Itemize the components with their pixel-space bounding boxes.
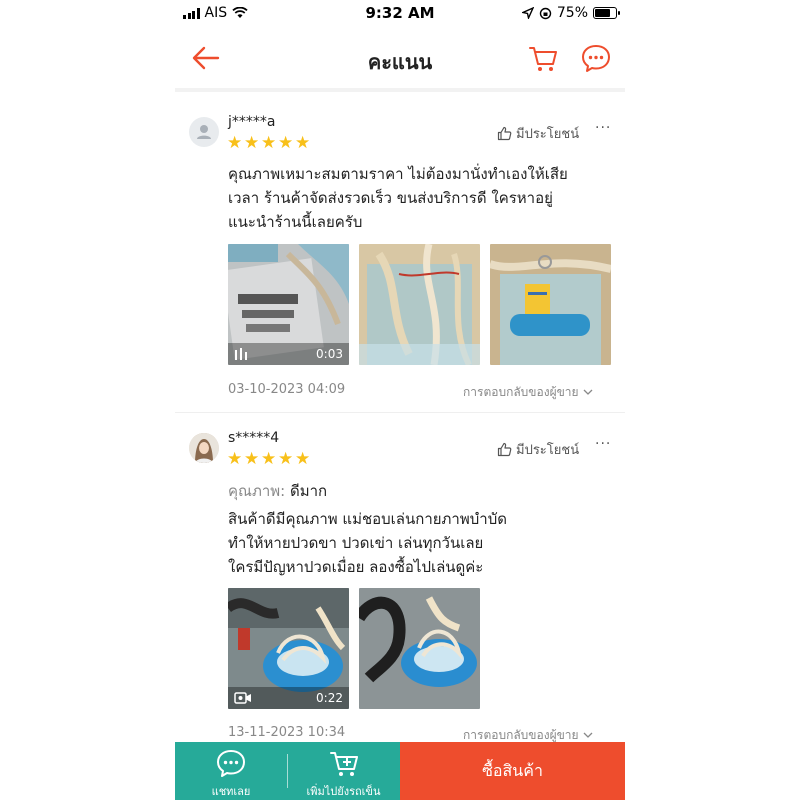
star-icon: ★ <box>261 133 277 153</box>
chat-now-button[interactable]: แชทเลย <box>175 742 287 800</box>
chat-icon[interactable] <box>580 43 612 73</box>
star-icon: ★ <box>295 449 311 469</box>
location-icon <box>521 7 534 19</box>
phone-screen: AIS 9:32 AM 75% คะแนน j*****a ★ ★ ★ ★ ★ … <box>175 0 625 800</box>
add-to-cart-button[interactable]: เพิ่มไปยังรถเข็น <box>287 742 400 800</box>
review-text-line: แนะนำร้านนี้เลยครับ <box>228 213 363 231</box>
helpful-label: มีประโยชน์ <box>516 127 580 142</box>
review-card: j*****a ★ ★ ★ ★ ★ มีประโยชน์ ··· คุณภาพเ… <box>175 96 625 412</box>
page-header: คะแนน <box>175 26 625 92</box>
review-text: คุณภาพเหมาะสมตามราคา ไม่ต้องมานั่งทำเองใ… <box>228 162 608 234</box>
orientation-lock-icon <box>539 7 552 19</box>
video-duration: 0:22 <box>316 691 343 705</box>
seller-reply-toggle[interactable]: การตอบกลับของผู้ขาย <box>463 383 593 402</box>
add-to-cart-label: เพิ่มไปยังรถเข็น <box>306 785 381 798</box>
review-text-line: เวลา ร้านค้าจัดส่งรวดเร็ว ขนส่งบริการดี … <box>228 189 553 207</box>
battery-percent: 75% <box>556 5 588 21</box>
chat-icon <box>217 750 245 777</box>
quality-label: คุณภาพ: <box>228 482 286 500</box>
review-video-thumbnail[interactable]: 0:03 <box>228 244 349 365</box>
star-icon: ★ <box>295 133 311 153</box>
review-date: 13-11-2023 10:34 <box>228 725 346 740</box>
product-photo <box>359 244 480 365</box>
bottom-action-bar: แชทเลย เพิ่มไปยังรถเข็น ซื้อสินค้า <box>175 742 625 800</box>
chat-now-label: แชทเลย <box>211 785 251 798</box>
star-icon: ★ <box>261 449 277 469</box>
quality-value: ดีมาก <box>289 482 328 500</box>
video-camera-icon <box>234 692 251 704</box>
star-icon: ★ <box>244 133 260 153</box>
review-image-thumbnail[interactable] <box>359 588 480 709</box>
review-text-line: ทำให้หายปวดขา ปวดเข่า เล่นทุกวันเลย <box>228 534 484 552</box>
status-bar: AIS 9:32 AM 75% <box>175 0 625 26</box>
user-photo <box>189 433 219 463</box>
battery-fill <box>595 9 610 17</box>
add-cart-icon <box>329 752 358 776</box>
review-card: s*****4 ★ ★ ★ ★ ★ มีประโยชน์ ··· คุณภาพ:… <box>175 413 625 742</box>
star-icon: ★ <box>244 449 260 469</box>
status-right: 75% <box>521 5 620 21</box>
review-text: สินค้าดีมีคุณภาพ แม่ชอบเล่นกายภาพบำบัด ท… <box>228 507 608 579</box>
thumbs-up-icon <box>497 442 512 457</box>
chevron-down-icon <box>583 389 593 395</box>
battery-icon <box>593 7 620 19</box>
helpful-label: มีประโยชน์ <box>516 443 580 458</box>
star-rating: ★ ★ ★ ★ ★ <box>227 133 311 153</box>
product-photo <box>490 244 611 365</box>
bottom-bar-separator <box>287 754 288 788</box>
helpful-button[interactable]: มีประโยชน์ <box>497 123 579 144</box>
review-text-line: คุณภาพเหมาะสมตามราคา ไม่ต้องมานั่งทำเองใ… <box>228 165 568 183</box>
review-video-thumbnail[interactable]: 0:22 <box>228 588 349 709</box>
helpful-button[interactable]: มีประโยชน์ <box>497 439 579 460</box>
avatar <box>189 117 219 147</box>
video-bars-icon <box>235 348 247 360</box>
reviewer-name: j*****a <box>228 114 276 130</box>
reviewer-name: s*****4 <box>228 430 280 446</box>
quality-row: คุณภาพ: ดีมาก <box>228 479 327 503</box>
more-options-icon[interactable]: ··· <box>595 436 611 452</box>
video-info-bar: 0:22 <box>228 687 349 709</box>
review-text-line: สินค้าดีมีคุณภาพ แม่ชอบเล่นกายภาพบำบัด <box>228 510 507 528</box>
review-text-line: ใครมีปัญหาปวดเมื่อย ลองซื้อไปเล่นดูค่ะ <box>228 558 484 576</box>
star-rating: ★ ★ ★ ★ ★ <box>227 449 311 469</box>
avatar <box>189 433 219 463</box>
thumbs-up-icon <box>497 126 512 141</box>
review-date: 03-10-2023 04:09 <box>228 382 346 397</box>
star-icon: ★ <box>278 449 294 469</box>
user-silhouette-icon <box>197 125 211 139</box>
star-icon: ★ <box>278 133 294 153</box>
star-icon: ★ <box>227 449 243 469</box>
more-options-icon[interactable]: ··· <box>595 120 611 136</box>
review-image-thumbnail[interactable] <box>490 244 611 365</box>
cart-icon[interactable] <box>528 43 558 73</box>
chevron-down-icon <box>583 732 593 738</box>
star-icon: ★ <box>227 133 243 153</box>
video-info-bar: 0:03 <box>228 343 349 365</box>
buy-now-button[interactable]: ซื้อสินค้า <box>400 742 625 800</box>
product-photo <box>359 588 480 709</box>
seller-reply-label: การตอบกลับของผู้ขาย <box>463 385 579 399</box>
video-duration: 0:03 <box>316 347 343 361</box>
review-image-thumbnail[interactable] <box>359 244 480 365</box>
